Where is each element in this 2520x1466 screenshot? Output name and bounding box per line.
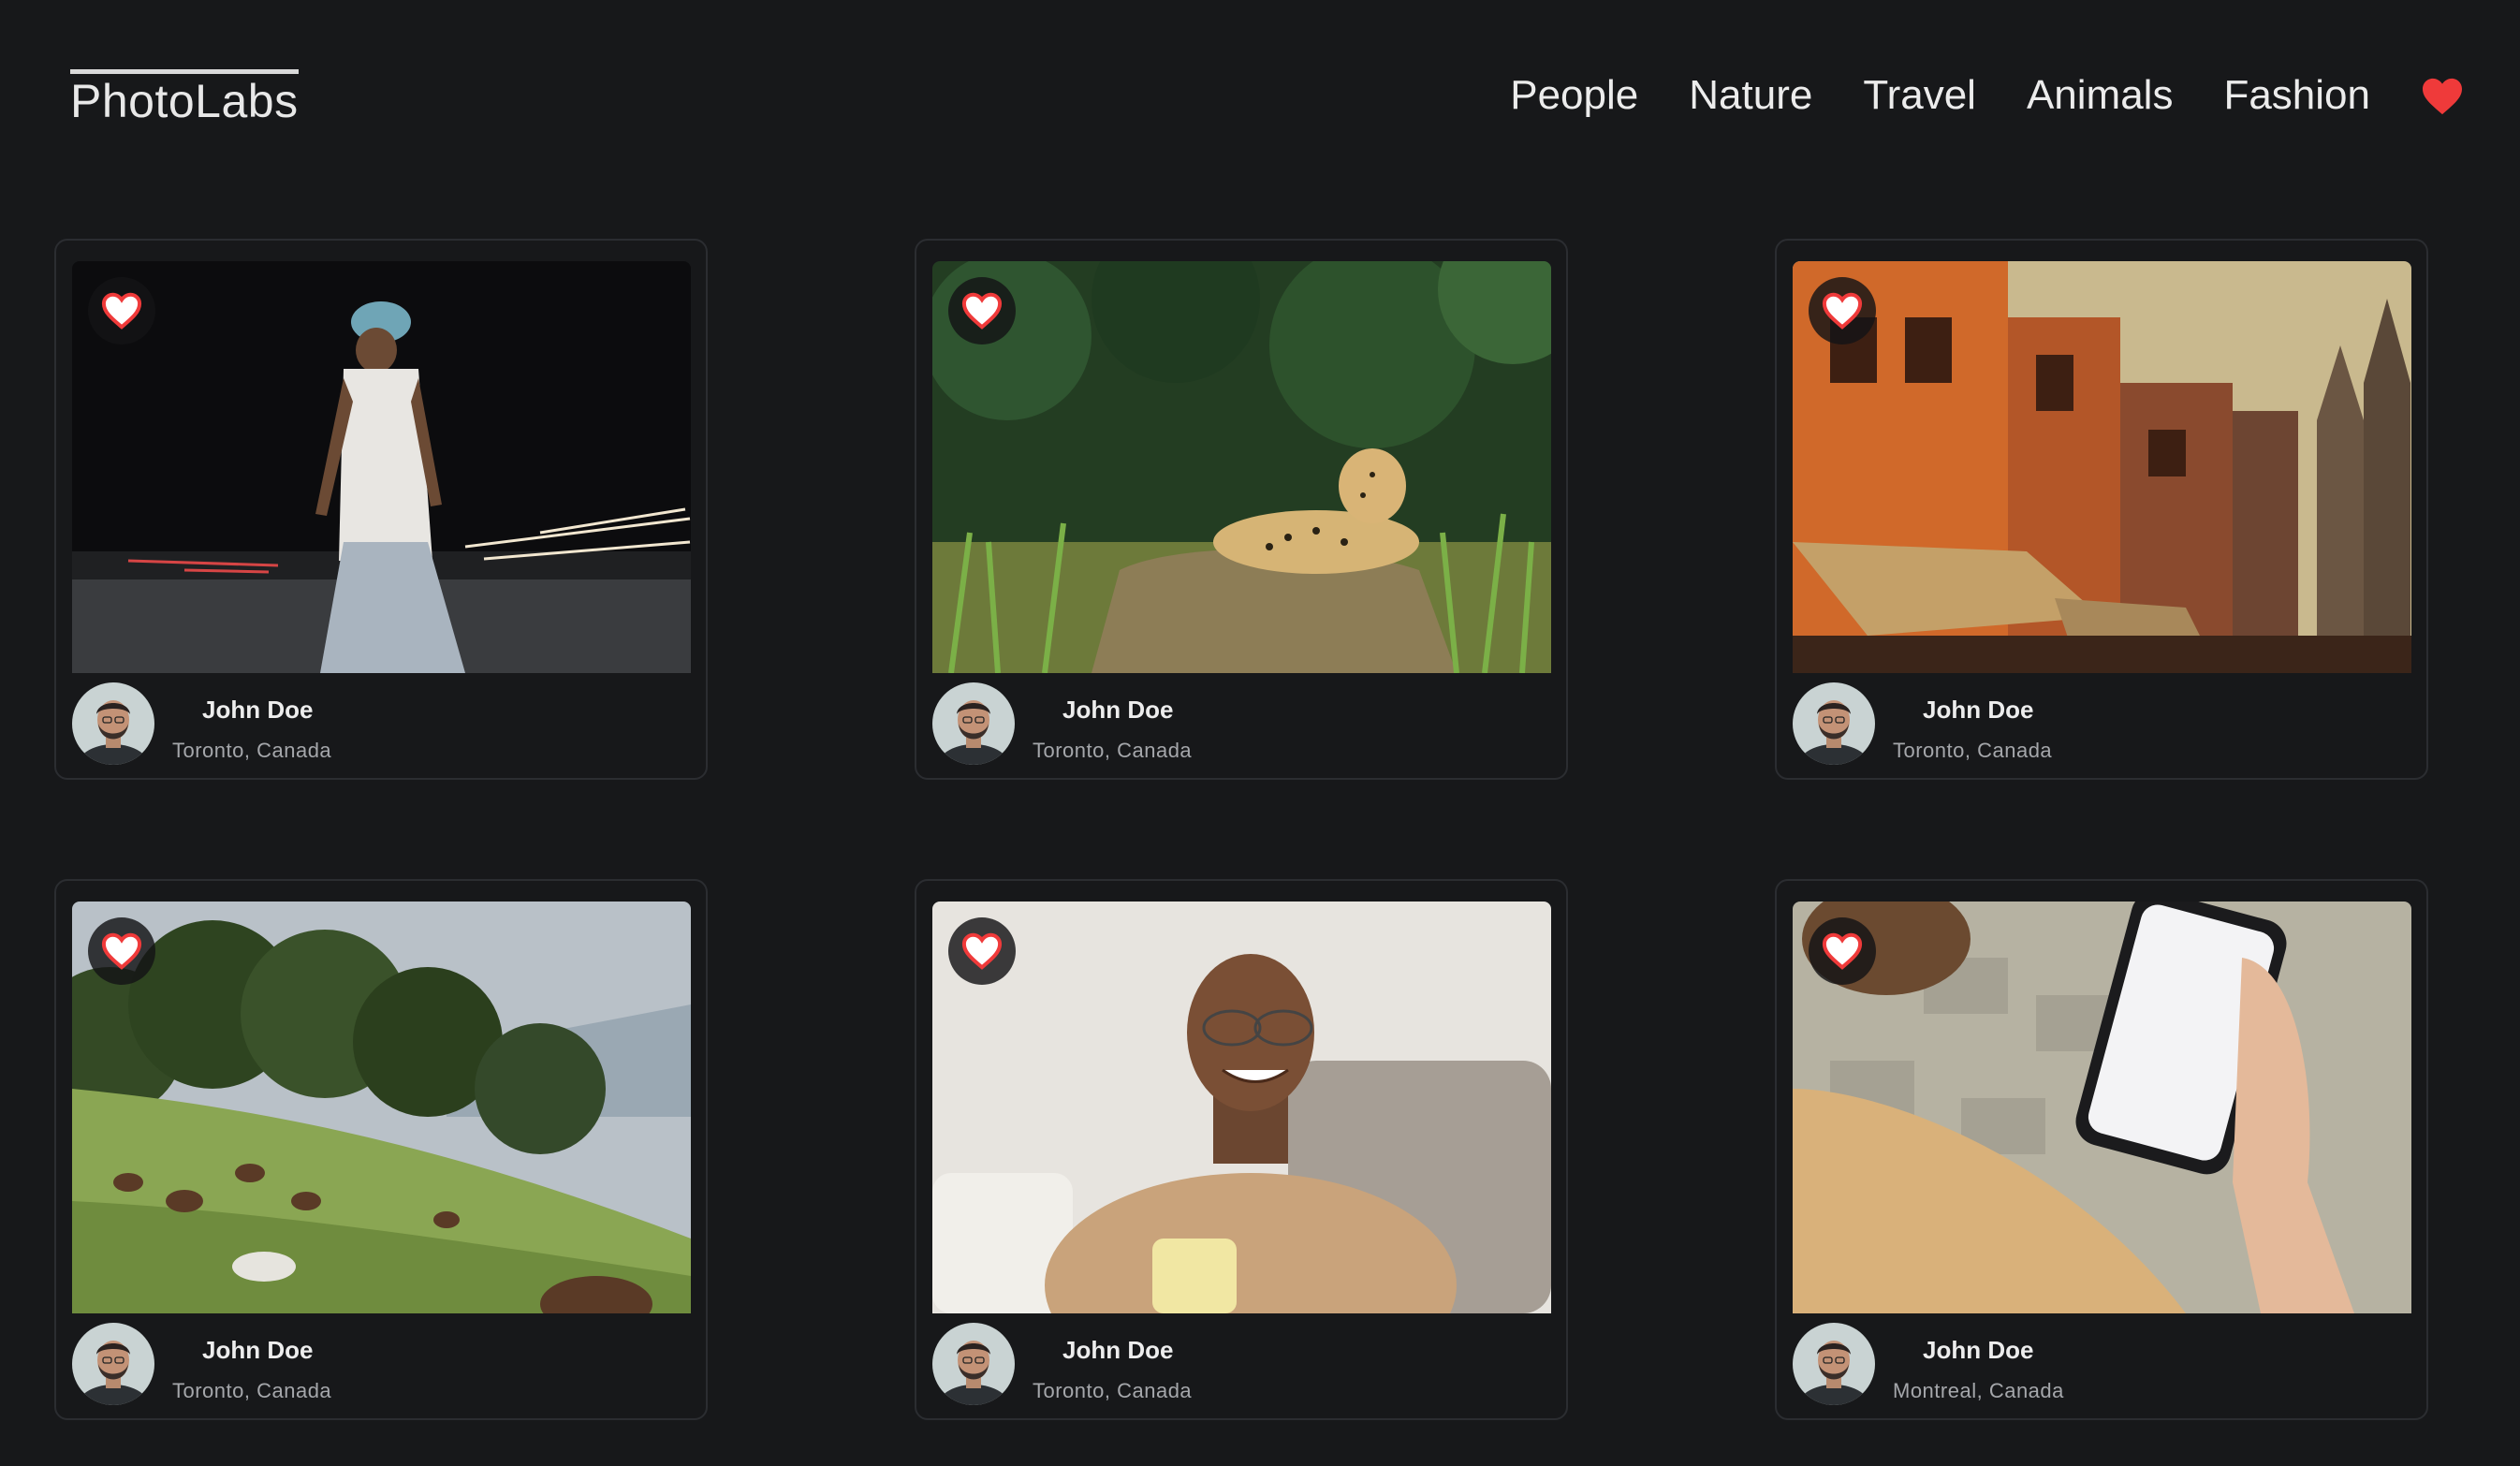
photo-leopard[interactable]: [932, 261, 1551, 673]
photo-man-walking-night[interactable]: [72, 261, 691, 673]
user-location: Toronto, Canada: [172, 1379, 332, 1402]
user-avatar: [1793, 682, 1875, 765]
favorite-button[interactable]: [948, 277, 1016, 345]
user-location: Toronto, Canada: [172, 739, 332, 762]
photo-horses-hillside[interactable]: [72, 902, 691, 1313]
top-navigation-bar: PhotoLabs People Nature Travel Animals F…: [0, 0, 2520, 187]
topic-fashion[interactable]: Fashion: [2223, 75, 2370, 116]
photo-card: John Doe Toronto, Canada: [915, 239, 1568, 780]
favorite-button[interactable]: [1809, 277, 1876, 345]
user-name: John Doe: [1062, 696, 1174, 724]
user-avatar: [72, 1323, 154, 1405]
user-location: Toronto, Canada: [1893, 739, 2053, 762]
favorite-button[interactable]: [88, 277, 155, 345]
user-name: John Doe: [1923, 1336, 2034, 1364]
heart-outline-icon: [961, 292, 1003, 330]
user-location: Montreal, Canada: [1893, 1379, 2064, 1402]
user-avatar: [72, 682, 154, 765]
app-logo[interactable]: PhotoLabs: [70, 69, 299, 125]
user-name: John Doe: [202, 1336, 314, 1364]
heart-outline-icon: [101, 292, 142, 330]
photo-card: John Doe Toronto, Canada: [915, 879, 1568, 1420]
topic-travel[interactable]: Travel: [1863, 75, 1976, 116]
user-avatar: [932, 682, 1015, 765]
favorite-button[interactable]: [88, 917, 155, 985]
topic-list: People Nature Travel Animals Fashion: [1459, 75, 2370, 116]
heart-outline-icon: [1822, 932, 1863, 970]
photo-card: John Doe Toronto, Canada: [54, 879, 708, 1420]
favorites-heart-icon[interactable]: [2421, 77, 2464, 116]
topic-animals[interactable]: Animals: [2027, 75, 2174, 116]
favorite-button[interactable]: [1809, 917, 1876, 985]
user-location: Toronto, Canada: [1033, 739, 1193, 762]
user-name: John Doe: [1062, 1336, 1174, 1364]
user-avatar: [932, 1323, 1015, 1405]
heart-outline-icon: [1822, 292, 1863, 330]
user-name: John Doe: [202, 696, 314, 724]
photo-card: John Doe Montreal, Canada: [1775, 879, 2428, 1420]
topic-nature[interactable]: Nature: [1689, 75, 1812, 116]
photo-card: John Doe Toronto, Canada: [1775, 239, 2428, 780]
heart-outline-icon: [961, 932, 1003, 970]
heart-outline-icon: [101, 932, 142, 970]
user-avatar: [1793, 1323, 1875, 1405]
photo-card: John Doe Toronto, Canada: [54, 239, 708, 780]
user-name: John Doe: [1923, 696, 2034, 724]
photo-hand-phone[interactable]: [1793, 902, 2411, 1313]
photo-street-buildings[interactable]: [1793, 261, 2411, 673]
favorite-button[interactable]: [948, 917, 1016, 985]
topic-people[interactable]: People: [1510, 75, 1638, 116]
user-location: Toronto, Canada: [1033, 1379, 1193, 1402]
photo-smiling-man[interactable]: [932, 902, 1551, 1313]
